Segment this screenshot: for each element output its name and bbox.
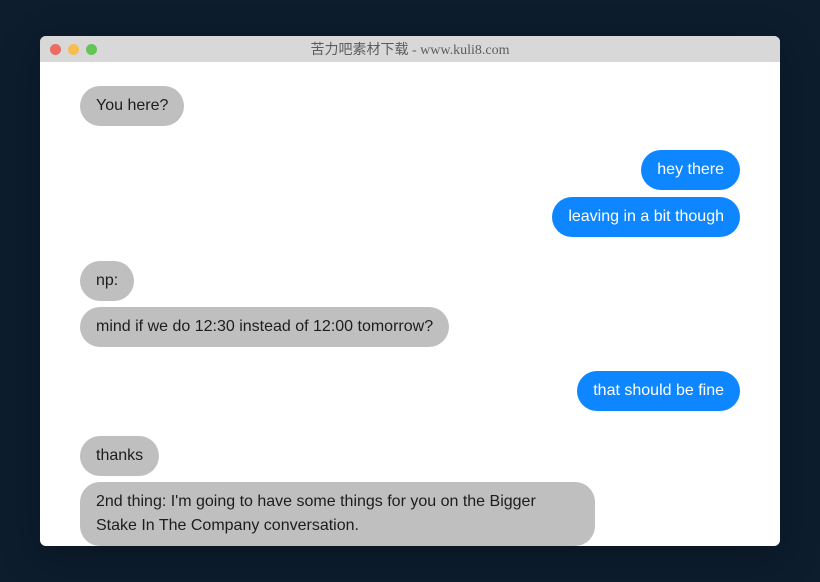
- message-row: 2nd thing: I'm going to have some things…: [80, 482, 740, 546]
- message-row: that should be fine: [80, 371, 740, 411]
- message-sent[interactable]: hey there: [641, 150, 740, 190]
- message-received[interactable]: np:: [80, 261, 134, 301]
- chat-area: You here? hey there leaving in a bit tho…: [40, 62, 780, 546]
- message-received[interactable]: 2nd thing: I'm going to have some things…: [80, 482, 595, 546]
- message-received[interactable]: mind if we do 12:30 instead of 12:00 tom…: [80, 307, 449, 347]
- message-sent[interactable]: that should be fine: [577, 371, 740, 411]
- message-row: leaving in a bit though: [80, 197, 740, 237]
- message-sent[interactable]: leaving in a bit though: [552, 197, 740, 237]
- window-titlebar: 苦力吧素材下载 - www.kuli8.com: [40, 36, 780, 62]
- close-icon[interactable]: [50, 44, 61, 55]
- minimize-icon[interactable]: [68, 44, 79, 55]
- message-row: You here?: [80, 86, 740, 126]
- traffic-lights: [40, 44, 97, 55]
- message-received[interactable]: thanks: [80, 436, 159, 476]
- window-title: 苦力吧素材下载 - www.kuli8.com: [40, 39, 780, 59]
- maximize-icon[interactable]: [86, 44, 97, 55]
- message-row: hey there: [80, 150, 740, 190]
- message-row: mind if we do 12:30 instead of 12:00 tom…: [80, 307, 740, 347]
- chat-window: 苦力吧素材下载 - www.kuli8.com You here? hey th…: [40, 36, 780, 546]
- message-row: thanks: [80, 436, 740, 476]
- message-row: np:: [80, 261, 740, 301]
- message-received[interactable]: You here?: [80, 86, 184, 126]
